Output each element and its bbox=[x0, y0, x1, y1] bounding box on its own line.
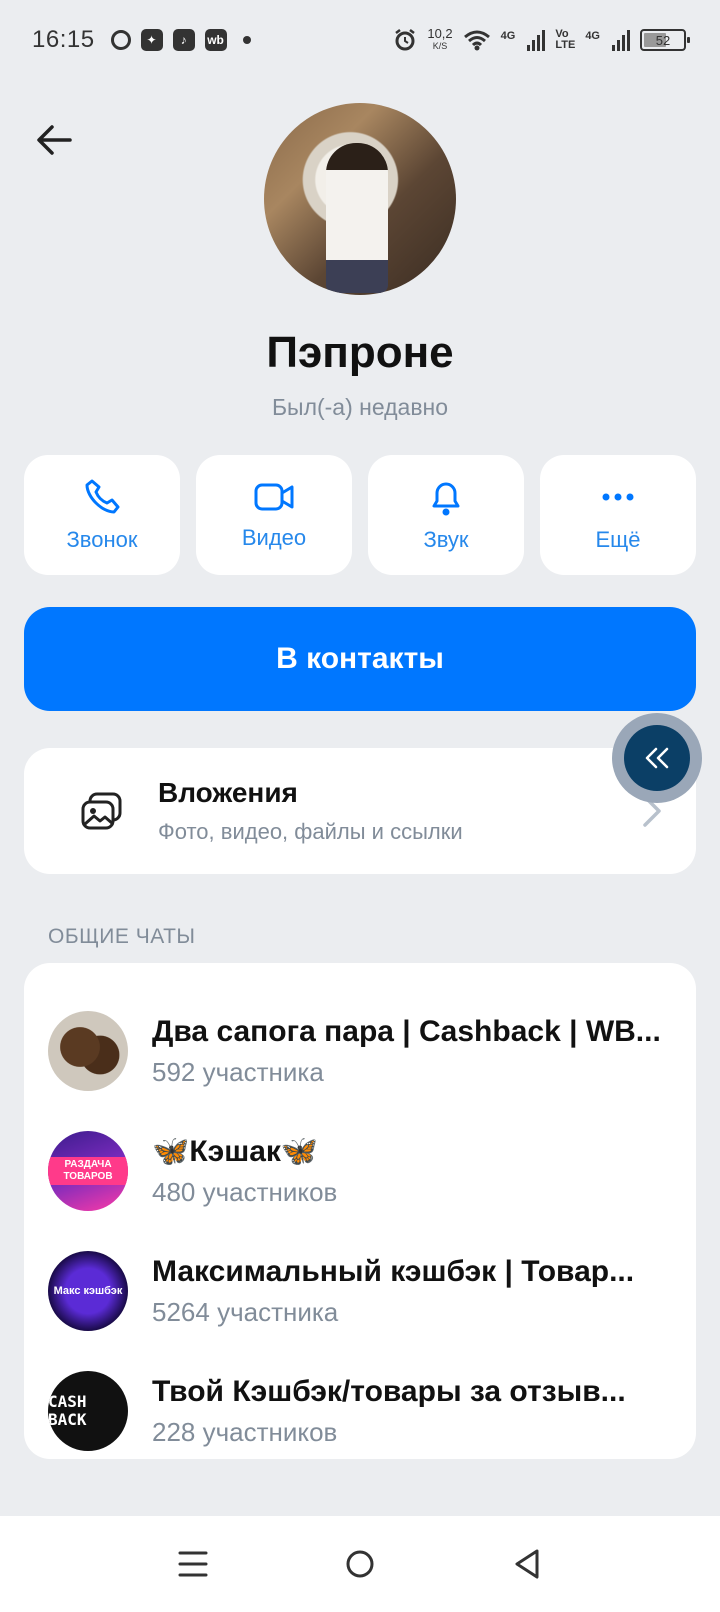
status-left: 16:15 ✦ ♪ wb bbox=[32, 26, 251, 54]
avatar-photo bbox=[326, 143, 388, 293]
back-button[interactable] bbox=[30, 116, 78, 164]
video-button[interactable]: Видео bbox=[196, 455, 352, 575]
triangle-back-icon bbox=[515, 1549, 539, 1579]
action-row: Звонок Видео Звук Ещё bbox=[24, 455, 696, 575]
wifi-icon bbox=[463, 30, 490, 51]
profile-status: Был(-а) недавно bbox=[271, 394, 449, 420]
net-type-1: 4G bbox=[500, 30, 516, 42]
status-time: 16:15 bbox=[32, 26, 95, 53]
battery-icon: 52 bbox=[640, 29, 690, 51]
call-label: Звонок bbox=[66, 527, 138, 552]
net-speed-unit: K/S bbox=[432, 41, 448, 51]
phone-icon bbox=[85, 479, 120, 514]
net-type-2: 4G bbox=[585, 30, 600, 42]
status-bar: 16:15 ✦ ♪ wb 10,2 K/S 4G Vo LTE 4G 52 bbox=[0, 0, 720, 80]
chat-title: Максимальный кэшбэк | Товар... bbox=[152, 1254, 635, 1288]
signal-icon-2 bbox=[612, 29, 630, 51]
attachments-icon-wrap bbox=[62, 771, 142, 851]
chat-bubble-icon bbox=[110, 30, 131, 50]
notification-dot bbox=[242, 36, 251, 44]
more-icon bbox=[602, 493, 634, 501]
common-chats-list: Два сапога пара | Cashback | WB... 592 у… bbox=[24, 963, 696, 1459]
chat-item-maksimalnyi-keshbek[interactable]: Макс кэшбэк Максимальный кэшбэк | Товар.… bbox=[24, 1231, 696, 1351]
wb-icon: wb bbox=[204, 29, 227, 51]
chat-avatar bbox=[48, 1011, 128, 1091]
common-chats-header: ОБЩИЕ ЧАТЫ bbox=[48, 925, 196, 948]
home-circle-icon bbox=[346, 1550, 374, 1578]
profile-avatar[interactable] bbox=[264, 103, 456, 295]
attachments-title: Вложения bbox=[158, 777, 298, 808]
menu-icon bbox=[178, 1551, 208, 1577]
floating-button-inner bbox=[624, 725, 690, 791]
nav-back-button[interactable] bbox=[497, 1534, 557, 1594]
chat-members: 592 участника bbox=[152, 1056, 324, 1087]
chat-item-tvoi-keshbek[interactable]: CASH BACK Твой Кэшбэк/товары за отзыв...… bbox=[24, 1351, 696, 1471]
arrow-left-icon bbox=[37, 125, 72, 155]
attachments-subtitle: Фото, видео, файлы и ссылки bbox=[158, 819, 463, 844]
double-chevron-left-icon bbox=[645, 747, 669, 769]
chat-text: 🦋Кэшак🦋 480 участников bbox=[152, 1134, 668, 1208]
chat-avatar: Макс кэшбэк bbox=[48, 1251, 128, 1331]
more-label: Ещё bbox=[595, 527, 641, 552]
video-icon bbox=[254, 483, 294, 511]
chat-members: 228 участников bbox=[152, 1416, 338, 1447]
net-speed: 10,2 K/S bbox=[427, 26, 453, 52]
chat-avatar: CASH BACK bbox=[48, 1371, 128, 1451]
chat-item-keshak[interactable]: РАЗДАЧА ТОВАРОВ 🦋Кэшак🦋 480 участников bbox=[24, 1111, 696, 1231]
chat-title: 🦋Кэшак🦋 bbox=[152, 1135, 319, 1168]
chat-title: Твой Кэшбэк/товары за отзыв... bbox=[152, 1374, 626, 1408]
chat-members: 480 участников bbox=[152, 1177, 338, 1207]
attachments-text: Вложения Фото, видео, файлы и ссылки bbox=[158, 777, 642, 845]
music-icon: ♪ bbox=[172, 29, 195, 51]
chat-text: Твой Кэшбэк/товары за отзыв... 228 участ… bbox=[152, 1375, 668, 1448]
volte-label: Vo LTE bbox=[555, 29, 575, 51]
nav-menu-button[interactable] bbox=[163, 1534, 223, 1594]
add-to-contacts-button[interactable]: В контакты bbox=[24, 607, 696, 711]
call-button[interactable]: Звонок bbox=[24, 455, 180, 575]
bell-icon bbox=[432, 482, 460, 516]
signal-icon-1 bbox=[527, 29, 546, 51]
chat-item-dva-sapoga[interactable]: Два сапога пара | Cashback | WB... 592 у… bbox=[24, 991, 696, 1111]
chat-avatar: РАЗДАЧА ТОВАРОВ bbox=[48, 1131, 128, 1211]
chat-avatar-text: РАЗДАЧА ТОВАРОВ bbox=[48, 1157, 128, 1185]
chat-title: Два сапога пара | Cashback | WB... bbox=[152, 1014, 661, 1048]
chat-avatar-text: Макс кэшбэк bbox=[53, 1284, 123, 1297]
system-nav-bar bbox=[0, 1516, 720, 1612]
gallery-icon bbox=[81, 792, 122, 830]
chat-text: Два сапога пара | Cashback | WB... 592 у… bbox=[152, 1015, 668, 1088]
sound-button[interactable]: Звук bbox=[368, 455, 524, 575]
battery-level: 52 bbox=[655, 32, 671, 48]
net-speed-value: 10,2 bbox=[427, 26, 453, 41]
bird-icon: ✦ bbox=[140, 29, 163, 51]
chat-members: 5264 участника bbox=[152, 1296, 339, 1327]
attachments-item[interactable]: Вложения Фото, видео, файлы и ссылки bbox=[24, 748, 696, 874]
chat-text: Максимальный кэшбэк | Товар... 5264 учас… bbox=[152, 1255, 668, 1328]
chat-avatar-text: CASH BACK bbox=[48, 1392, 87, 1429]
volte-bottom: LTE bbox=[555, 39, 576, 51]
nav-home-button[interactable] bbox=[330, 1534, 390, 1594]
video-label: Видео bbox=[241, 525, 307, 550]
sound-label: Звук bbox=[423, 527, 469, 552]
status-right: 10,2 K/S 4G Vo LTE 4G 52 bbox=[393, 26, 690, 52]
more-button[interactable]: Ещё bbox=[540, 455, 696, 575]
alarm-icon bbox=[395, 29, 416, 51]
profile-name: Пэпроне bbox=[266, 328, 454, 377]
floating-collapse-button[interactable] bbox=[612, 713, 702, 803]
